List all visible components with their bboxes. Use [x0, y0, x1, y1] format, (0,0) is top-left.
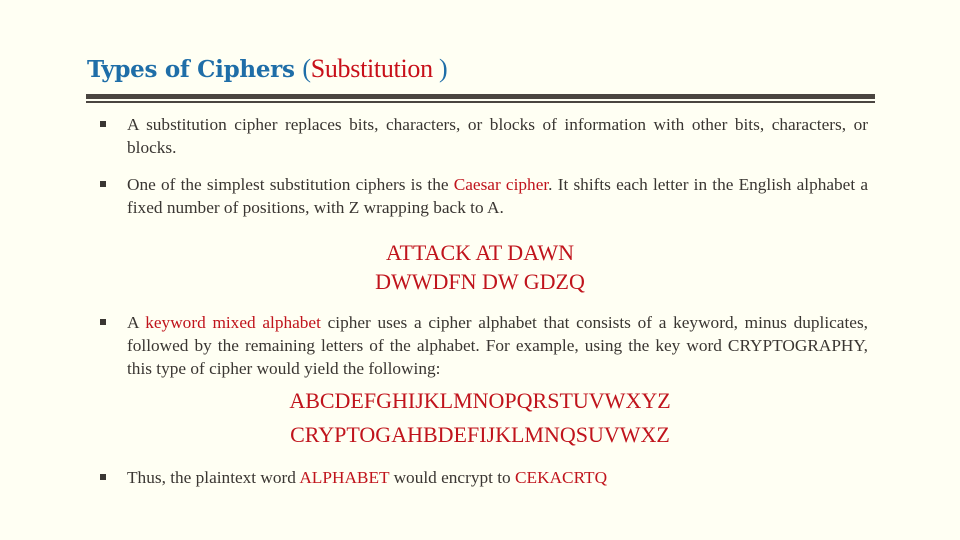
caesar-cipher-term: Caesar cipher	[453, 175, 549, 194]
caesar-example: ATTACK AT DAWN DWWDFN DW GDZQ	[0, 238, 960, 296]
title-open-paren: (	[302, 54, 311, 83]
bullet-text-middle: would encrypt to	[389, 468, 515, 487]
title-divider-thin	[86, 101, 875, 103]
plain-alphabet: ABCDEFGHIJKLMNOPQRSTUVWXYZ	[289, 388, 671, 413]
keyword-mixed-alphabet-term: keyword mixed alphabet	[145, 313, 321, 332]
title-divider-thick	[86, 94, 875, 99]
bullet-square-icon	[100, 121, 106, 127]
bullet-square-icon	[100, 319, 106, 325]
plaintext-word: ALPHABET	[299, 468, 390, 487]
bullet-text-before: Thus, the plaintext word	[127, 468, 300, 487]
caesar-plaintext: ATTACK AT DAWN	[386, 240, 574, 265]
bullet-text-before: A	[127, 313, 146, 332]
bullet-keyword-mixed-alphabet: A keyword mixed alphabet cipher uses a c…	[100, 311, 868, 380]
bullet-square-icon	[100, 181, 106, 187]
bullet-encryption-result: Thus, the plaintext word ALPHABET would …	[100, 466, 868, 489]
title-close-paren: )	[438, 54, 448, 83]
keyword-example: ABCDEFGHIJKLMNOPQRSTUVWXYZ CRYPTOGAHBDEF…	[0, 384, 960, 452]
title-accent: Substitution	[310, 54, 439, 83]
cipher-alphabet: CRYPTOGAHBDEFIJKLMNQSUVWXZ	[290, 422, 670, 447]
bullet-text-before: One of the simplest substitution ciphers…	[127, 175, 454, 194]
ciphertext-word: CEKACRTQ	[515, 468, 608, 487]
slide-title: Types of Ciphers (Substitution )	[87, 54, 448, 84]
caesar-ciphertext: DWWDFN DW GDZQ	[375, 269, 585, 294]
bullet-caesar-cipher: One of the simplest substitution ciphers…	[100, 173, 868, 219]
bullet-substitution-definition: A substitution cipher replaces bits, cha…	[100, 113, 868, 159]
title-main: Types of Ciphers	[87, 56, 303, 83]
bullet-text: A substitution cipher replaces bits, cha…	[127, 115, 868, 157]
bullet-square-icon	[100, 474, 106, 480]
